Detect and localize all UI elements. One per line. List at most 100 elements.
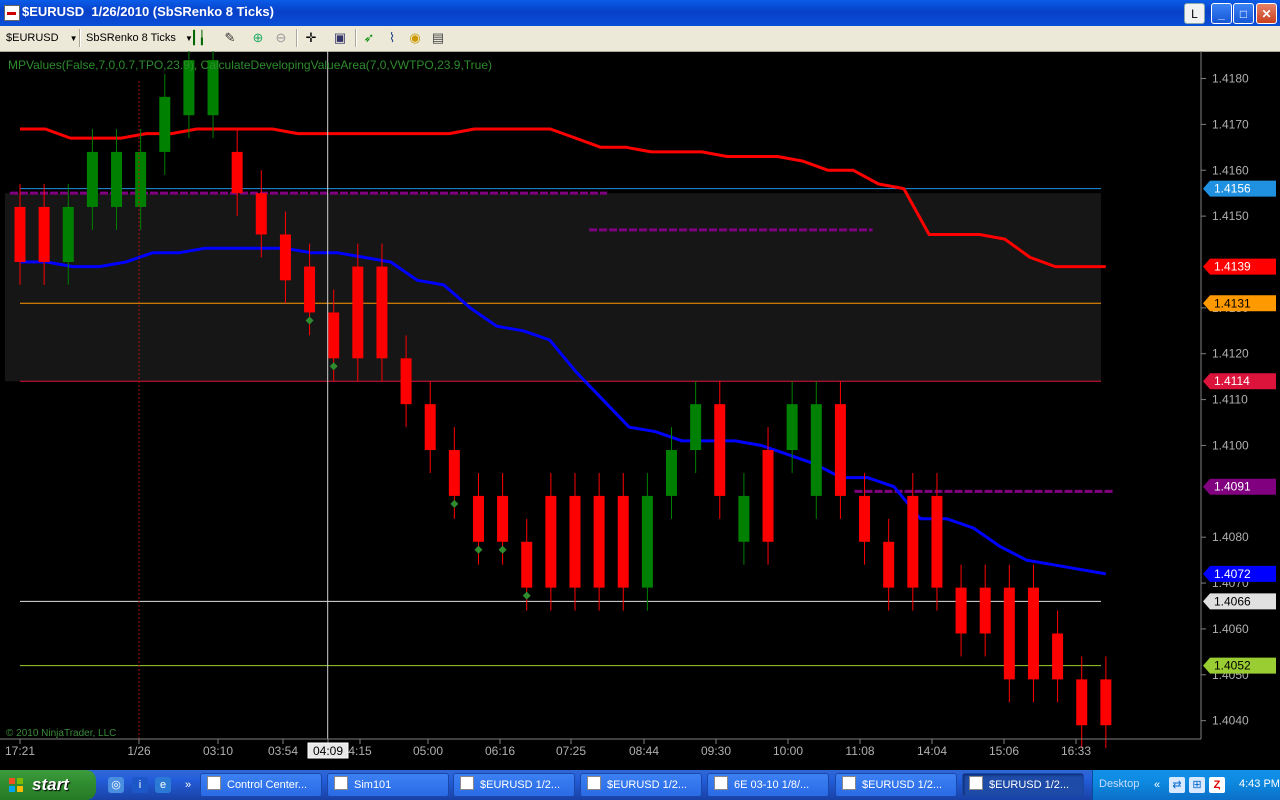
taskbar-window-button[interactable]: Sim101 [327,773,449,797]
renko-box [907,495,919,588]
maximize-button[interactable]: □ [1233,3,1254,24]
link-button[interactable]: L [1184,3,1205,24]
clock: 4:43 PM [1239,778,1280,790]
time-tick-label: 14:04 [917,744,947,758]
renko-box [352,266,364,359]
renko-box [690,404,702,451]
taskbar-window-button[interactable]: $EURUSD 1/2... [962,773,1084,797]
renko-box [859,495,871,542]
time-tick-label: 07:25 [556,744,586,758]
renko-box [159,96,171,152]
time-tick-label: 05:00 [413,744,443,758]
renko-box [255,193,267,235]
level-tag-label: 1.4066 [1214,594,1251,608]
level-price-tag: 1.4072 [1203,565,1276,582]
window-app-icon [587,776,601,790]
window-app-icon [460,776,474,790]
renko-box [62,206,74,262]
taskbar-window-button[interactable]: 6E 03-10 1/8/... [707,773,829,797]
bar-type-selector[interactable]: SbSRenko 8 Ticks ▼ [86,30,193,46]
level-price-tag: 1.4091 [1203,478,1276,495]
renko-box [448,450,460,496]
taskbar-window-label: Sim101 [354,779,392,791]
renko-box [424,404,436,451]
quicklaunch-desktop-icon[interactable]: ◎ [108,777,124,793]
minimize-button[interactable]: _ [1211,3,1232,24]
renko-box [279,234,291,281]
properties-icon[interactable]: ▣ [332,30,348,46]
start-button[interactable]: start [0,770,96,800]
renko-box [1076,679,1088,726]
window-app-icon [207,776,221,790]
renko-box [111,151,123,207]
draw-pencil-icon[interactable]: ✎ [222,30,238,46]
level-tag-label: 1.4156 [1214,182,1251,196]
renko-box [376,266,388,359]
renko-box [762,450,774,542]
renko-box [231,151,243,194]
instrument-selector[interactable]: $EURUSD ▼ [6,30,78,46]
crosshair-icon[interactable]: ✛ [303,30,319,46]
quicklaunch-expand-icon[interactable]: » [180,777,196,793]
time-tick-label: 4:15 [348,744,372,758]
taskbar-window-label: Control Center... [227,779,308,791]
chart-style-icon[interactable]: ┃╽ [190,30,206,46]
internet-explorer-icon[interactable]: e [155,777,171,793]
quicklaunch-info-icon[interactable]: i [132,777,148,793]
level-tag-label: 1.4091 [1214,480,1251,494]
time-tick-label: 1/26 [127,744,151,758]
renko-box [714,404,726,496]
time-tick-label: 06:16 [485,744,515,758]
taskbar-window-button[interactable]: $EURUSD 1/2... [835,773,957,797]
taskbar-window-button[interactable]: Control Center... [200,773,322,797]
close-button[interactable]: ✕ [1256,3,1277,24]
data-box-icon[interactable]: ▤ [430,30,446,46]
security-icon[interactable]: ⊞ [1189,777,1205,793]
instrument-label: $EURUSD [6,32,59,44]
renko-box [1100,679,1112,726]
renko-box [593,495,605,588]
renko-box [569,495,581,588]
time-tick-label: 03:54 [268,744,298,758]
time-tick-label: 08:44 [629,744,659,758]
level-price-tag: 1.4139 [1203,258,1276,275]
zoom-out-icon[interactable]: ⊖ [273,30,289,46]
tray-expand-icon[interactable]: « [1149,777,1165,793]
network-icon[interactable]: ⇄ [1169,777,1185,793]
zoom-in-icon[interactable]: ⊕ [250,30,266,46]
taskbar-window-button[interactable]: $EURUSD 1/2... [453,773,575,797]
renko-box [1003,587,1015,680]
market-analyzer-icon[interactable]: ◉ [407,30,423,46]
level-labels: 1.4156 1.4139 1.4131 1.4114 1.4091 1.4072 1.40… [1203,180,1276,674]
desktop-toolbar-label[interactable]: Desktop [1099,778,1139,790]
renko-box [328,312,340,359]
renko-box [979,587,991,634]
level-price-tag: 1.4114 [1203,373,1276,390]
window-app-icon [714,776,728,790]
renko-box [931,495,943,588]
renko-box [14,206,26,262]
renko-box [786,404,798,451]
ninjatrader-tray-icon[interactable]: Ȥ [1209,777,1225,793]
renko-box [38,206,50,262]
renko-box [521,541,533,588]
strategy-icon[interactable]: ➶ [361,30,377,46]
renko-box [810,404,822,496]
taskbar-window-label: $EURUSD 1/2... [607,779,688,791]
price-axis: 1.41801.41701.41601.41501.41301.41201.41… [1201,72,1249,728]
chart-panel[interactable]: 1.41801.41701.41601.41501.41301.41201.41… [0,51,1280,770]
time-tick-label: 10:00 [773,744,803,758]
renko-box [472,495,484,542]
price-tick-label: 1.4110 [1212,393,1248,407]
toolbar-divider [79,29,81,47]
signal-diamond [498,545,507,554]
indicator-icon[interactable]: ⌇ [384,30,400,46]
value-area-band [5,193,1101,382]
system-tray: Desktop « ⇄ ⊞ Ȥ 4:43 PM [1092,770,1280,800]
start-label: start [32,775,69,794]
price-tick-label: 1.4040 [1212,714,1249,728]
time-tick-label: 15:06 [989,744,1019,758]
price-tick-label: 1.4060 [1212,622,1249,636]
time-tick-label: 16:33 [1061,744,1091,758]
taskbar-window-button[interactable]: $EURUSD 1/2... [580,773,702,797]
